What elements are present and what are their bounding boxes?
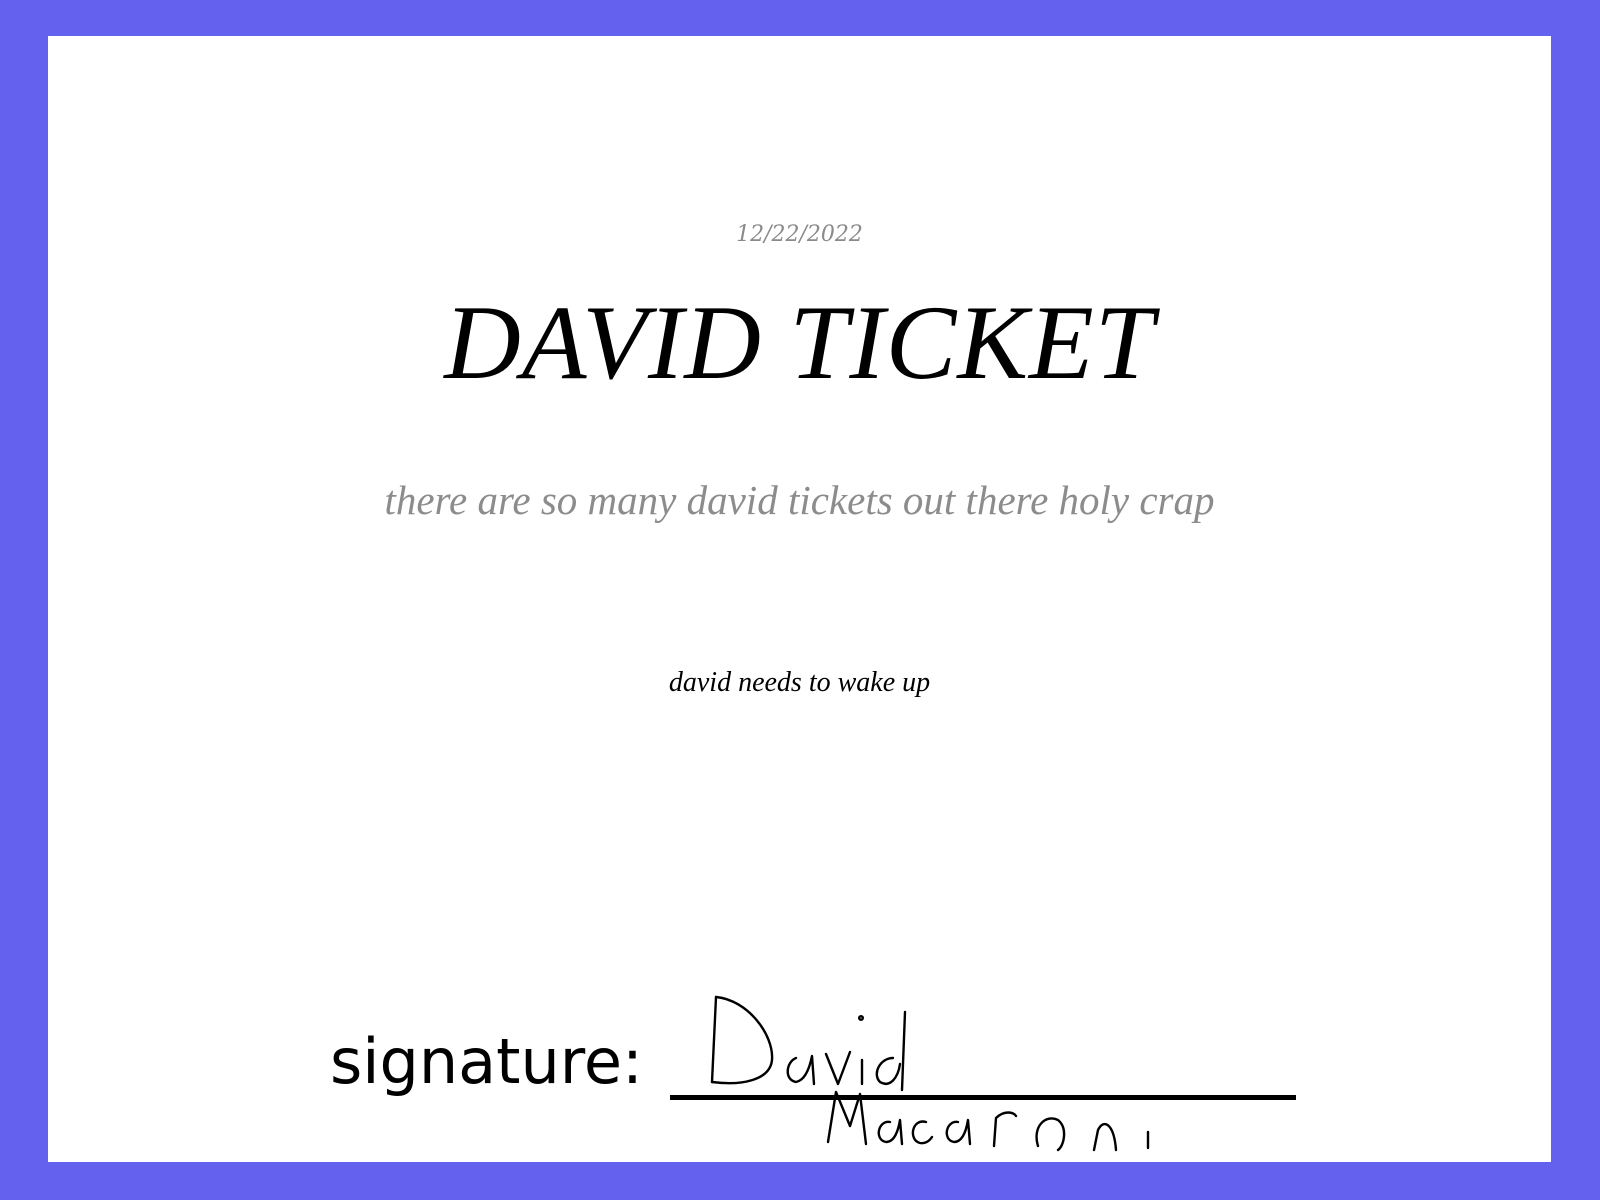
signature-row: signature: <box>330 1011 1330 1121</box>
signature-line <box>670 1095 1296 1100</box>
ticket-title: DAVID TICKET <box>444 284 1155 401</box>
ticket-message: david needs to wake up <box>668 667 931 698</box>
ticket-card: 12/22/2022 DAVID TICKET there are so man… <box>48 36 1551 1162</box>
signature-label: signature: <box>330 1025 643 1098</box>
ticket-date: 12/22/2022 <box>736 222 863 247</box>
ticket-subtitle: there are so many david tickets out ther… <box>384 477 1215 523</box>
